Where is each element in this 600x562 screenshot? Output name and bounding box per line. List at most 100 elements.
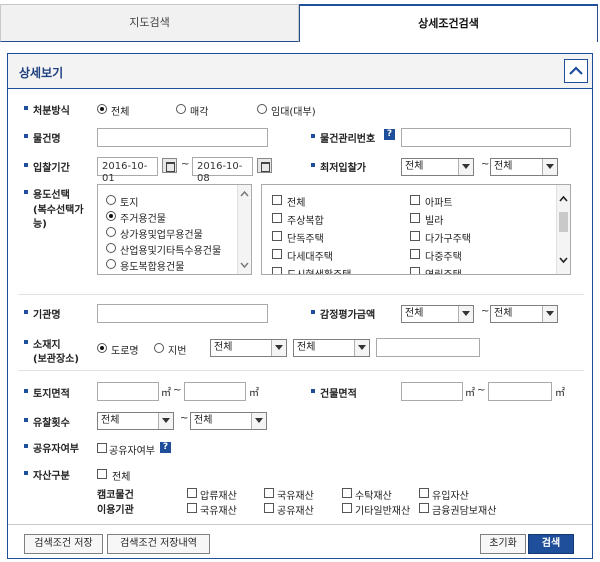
bid-to-input[interactable]: 2016-10-08 <box>192 157 253 184</box>
location-sigungu-select[interactable]: 전체 <box>293 339 370 357</box>
asset-checkbox[interactable] <box>187 488 197 498</box>
asset-group-agency: 이용기관 <box>97 505 134 516</box>
bullet <box>24 389 28 393</box>
usage-checkbox[interactable] <box>410 195 420 205</box>
bullet <box>24 190 28 194</box>
chevron-down-icon <box>354 340 369 356</box>
bldg-area-to-input[interactable] <box>488 382 552 401</box>
asset-all-checkbox[interactable] <box>97 469 107 479</box>
usage-checkbox[interactable] <box>410 231 420 241</box>
asset-checkbox[interactable] <box>264 503 274 513</box>
divider <box>18 370 584 371</box>
tab-map-search[interactable]: 지도검색 <box>0 4 299 42</box>
area-unit: ㎡ <box>249 388 259 399</box>
fail-count-from-select[interactable]: 전체 <box>97 412 174 430</box>
shared-checkbox[interactable] <box>97 443 107 453</box>
location-radio-road[interactable] <box>97 343 107 353</box>
item-no-input[interactable] <box>401 128 571 147</box>
agency-input[interactable] <box>97 304 268 323</box>
asset-check-label: 공유재산 <box>277 506 314 517</box>
bullet <box>24 106 28 110</box>
usage-radio[interactable] <box>106 195 116 205</box>
tilde: ~ <box>481 306 490 317</box>
scroll-down-icon <box>559 257 568 264</box>
select-value: 전체 <box>494 161 513 172</box>
disposal-radio-all[interactable] <box>97 104 107 114</box>
saved-conditions-button[interactable]: 검색조건 저장내역 <box>107 534 210 554</box>
usage-check-label: 다세대주택 <box>287 252 333 263</box>
select-value: 전체 <box>101 415 120 426</box>
usage-checkbox[interactable] <box>410 267 420 274</box>
search-button[interactable]: 검색 <box>528 534 574 554</box>
usage-radio[interactable] <box>106 227 116 237</box>
calendar-icon[interactable] <box>162 158 177 173</box>
bullet <box>24 340 28 344</box>
location-sido-select[interactable]: 전체 <box>210 339 287 357</box>
usage-check-label: 도시형생활주택 <box>287 266 351 274</box>
item-name-input[interactable] <box>97 128 268 147</box>
tab-detail-search[interactable]: 상세조건검색 <box>299 4 598 42</box>
land-area-to-input[interactable] <box>184 382 246 401</box>
asset-checkbox[interactable] <box>419 503 429 513</box>
usage-radio-list[interactable]: 토지 주거용건물 상가용및업무용건물 산업용및기타특수용건물 용도복합용건물 <box>97 184 252 275</box>
chevron-down-icon <box>158 413 173 429</box>
chevron-down-icon <box>251 413 266 429</box>
asset-checkbox[interactable] <box>419 488 429 498</box>
usage-checkbox[interactable] <box>410 213 420 223</box>
asset-group-kamco: 캠코물건 <box>97 490 134 501</box>
min-bid-from-select[interactable]: 전체 <box>401 158 474 176</box>
land-area-label: 토지면적 <box>33 389 70 400</box>
asset-label: 자산구분 <box>33 471 70 482</box>
asset-checkbox[interactable] <box>264 488 274 498</box>
location-radio-lot[interactable] <box>154 343 164 353</box>
usage-check-list[interactable]: 전체 주상복합 단독주택 다세대주택 도시형생활주택 아파트 빌라 다가구주택 … <box>261 184 571 275</box>
area-unit: ㎡ <box>161 388 171 399</box>
land-area-from-input[interactable] <box>97 382 159 401</box>
usage-radio[interactable] <box>106 211 116 221</box>
usage-radio[interactable] <box>106 243 116 253</box>
location-option-lot: 지번 <box>168 346 187 357</box>
bullet <box>24 163 28 167</box>
asset-checkbox[interactable] <box>342 503 352 513</box>
usage-checkbox[interactable] <box>410 249 420 259</box>
usage-checkbox[interactable] <box>272 213 282 223</box>
bullet <box>24 444 28 448</box>
save-conditions-button[interactable]: 검색조건 저장 <box>24 534 103 554</box>
asset-checkbox[interactable] <box>342 488 352 498</box>
usage-checkbox[interactable] <box>272 231 282 241</box>
disposal-radio-lease[interactable] <box>257 104 267 114</box>
usage-checkbox[interactable] <box>272 267 282 274</box>
help-icon[interactable]: ? <box>384 129 395 140</box>
appraisal-from-select[interactable]: 전체 <box>401 305 474 323</box>
fail-count-to-select[interactable]: 전체 <box>190 412 267 430</box>
disposal-radio-sale[interactable] <box>176 104 186 114</box>
usage-option: 용도복합용건물 <box>120 262 185 273</box>
select-value: 전체 <box>194 415 213 426</box>
usage-check-label: 다가구주택 <box>425 234 471 245</box>
scroll-thumb[interactable] <box>559 212 568 232</box>
reset-button[interactable]: 초기화 <box>480 534 526 554</box>
usage-checkbox[interactable] <box>272 249 282 259</box>
usage-checkbox[interactable] <box>272 195 282 205</box>
collapse-button[interactable] <box>564 59 588 83</box>
fail-count-label: 유찰횟수 <box>33 418 70 429</box>
min-bid-to-select[interactable]: 전체 <box>490 158 558 176</box>
asset-checkbox[interactable] <box>187 503 197 513</box>
divider <box>8 524 592 525</box>
bid-from-input[interactable]: 2016-10-01 <box>97 157 158 184</box>
usage-radio-scrollbar[interactable] <box>237 185 251 274</box>
usage-check-scrollbar[interactable] <box>556 185 570 274</box>
appraisal-to-select[interactable]: 전체 <box>490 305 558 323</box>
asset-check-label: 금융권담보재산 <box>432 506 497 517</box>
usage-radio[interactable] <box>106 259 116 269</box>
location-label: 소재지 <box>33 340 61 351</box>
shared-check-label: 공유자여부 <box>109 446 155 457</box>
location-detail-input[interactable] <box>376 338 480 357</box>
usage-check-label: 아파트 <box>425 198 453 209</box>
bldg-area-from-input[interactable] <box>401 382 463 401</box>
help-icon[interactable]: ? <box>160 442 171 453</box>
usage-check-label: 다중주택 <box>425 252 462 263</box>
tilde: ~ <box>173 385 182 396</box>
panel-title: 상세보기 <box>19 66 64 80</box>
calendar-icon[interactable] <box>257 158 272 173</box>
